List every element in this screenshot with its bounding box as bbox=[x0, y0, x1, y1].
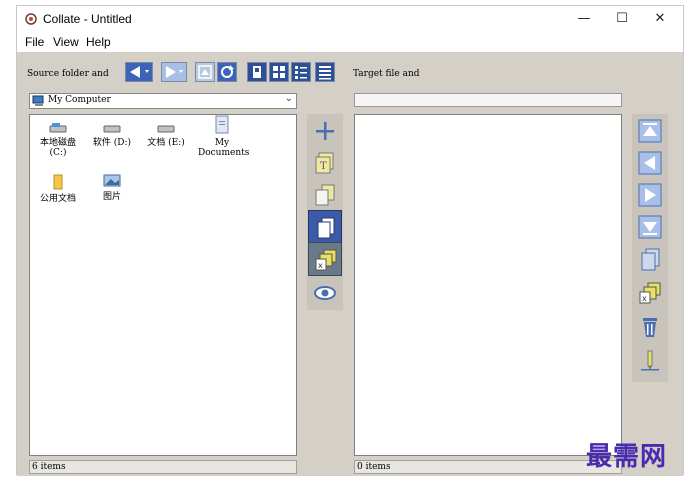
folder-icon bbox=[53, 174, 63, 190]
move-top-icon bbox=[638, 119, 662, 143]
view-small-icons-button[interactable] bbox=[269, 62, 289, 82]
watermark-text: 最需网 bbox=[586, 442, 668, 472]
menu-bar: File View Help bbox=[17, 32, 683, 52]
list-item[interactable]: 文档 (E:) bbox=[142, 121, 190, 148]
details-view-icon bbox=[319, 66, 331, 80]
minimize-button[interactable]: — bbox=[565, 6, 603, 32]
target-select-all-button[interactable] bbox=[633, 242, 667, 276]
forward-button[interactable] bbox=[161, 62, 187, 82]
menu-view[interactable]: View bbox=[53, 35, 79, 49]
view-details-button[interactable] bbox=[315, 62, 335, 82]
list-item[interactable]: 图片 bbox=[88, 173, 136, 202]
up-level-icon bbox=[198, 65, 212, 79]
delete-pages-icon: x bbox=[315, 249, 337, 271]
add-button[interactable] bbox=[308, 114, 342, 148]
source-location-combo[interactable]: My Computer ⌄ bbox=[29, 93, 297, 109]
svg-text:T: T bbox=[320, 161, 327, 172]
list-item[interactable]: My Documents bbox=[198, 115, 249, 158]
menu-file[interactable]: File bbox=[25, 35, 44, 49]
maximize-button[interactable]: ☐ bbox=[603, 6, 641, 32]
my-computer-icon bbox=[32, 95, 44, 106]
list-view-icon bbox=[295, 66, 307, 79]
svg-text:x: x bbox=[318, 261, 323, 270]
app-window: Collate - Untitled — ☐ ✕ File View Help … bbox=[16, 5, 684, 476]
preview-button[interactable] bbox=[308, 276, 342, 310]
move-bottom-button[interactable] bbox=[633, 210, 667, 244]
source-location-text: My Computer bbox=[48, 95, 111, 105]
source-pane[interactable]: 本地磁盘 (C:) 软件 (D:) 文档 (E:) My Documents 公… bbox=[29, 114, 297, 456]
text-page-icon: T bbox=[315, 152, 334, 174]
move-up-button[interactable] bbox=[633, 146, 667, 180]
pictures-icon bbox=[103, 174, 121, 187]
list-item[interactable]: 公用文档 bbox=[34, 173, 82, 204]
trash-icon bbox=[643, 318, 657, 337]
target-file-label: Target file and bbox=[353, 69, 420, 79]
target-path-field[interactable] bbox=[354, 93, 622, 107]
up-folder-button[interactable] bbox=[195, 62, 215, 82]
target-status-bar: 0 items bbox=[354, 460, 622, 474]
move-top-button[interactable] bbox=[633, 114, 667, 148]
remove-button[interactable]: x bbox=[308, 242, 342, 276]
pages-copy-icon bbox=[315, 184, 335, 206]
close-button[interactable]: ✕ bbox=[641, 6, 679, 32]
view-large-icons-button[interactable] bbox=[247, 62, 267, 82]
chevron-down-icon[interactable]: ⌄ bbox=[285, 93, 293, 104]
plus-icon bbox=[316, 122, 334, 140]
target-pane[interactable] bbox=[354, 114, 622, 456]
window-title: Collate - Untitled bbox=[43, 12, 132, 26]
menu-help[interactable]: Help bbox=[86, 35, 111, 49]
edit-button[interactable] bbox=[633, 344, 667, 378]
pages-stack-icon bbox=[317, 217, 335, 239]
move-down-icon bbox=[638, 183, 662, 207]
refresh-button[interactable] bbox=[217, 62, 237, 82]
large-icons-icon bbox=[253, 66, 261, 78]
svg-text:x: x bbox=[642, 294, 647, 303]
move-up-icon bbox=[638, 151, 662, 175]
select-all-button[interactable] bbox=[308, 210, 342, 244]
transfer-toolbar: T x bbox=[307, 114, 343, 310]
title-bar: Collate - Untitled — ☐ ✕ bbox=[17, 6, 683, 32]
move-down-button[interactable] bbox=[633, 178, 667, 212]
copy-pages-button[interactable] bbox=[308, 178, 342, 212]
view-list-button[interactable] bbox=[291, 62, 311, 82]
app-icon bbox=[25, 13, 37, 25]
small-icons-icon bbox=[273, 66, 285, 78]
target-remove-button[interactable]: x bbox=[633, 276, 667, 310]
forward-arrow-icon bbox=[166, 66, 183, 78]
refresh-icon bbox=[221, 65, 234, 78]
delete-pages-icon: x bbox=[639, 282, 661, 304]
move-bottom-icon bbox=[638, 215, 662, 239]
source-folder-label: Source folder and bbox=[27, 69, 109, 79]
add-text-button[interactable]: T bbox=[308, 146, 342, 180]
toolbar: Source folder and Target file and bbox=[17, 52, 683, 90]
pages-stack-icon bbox=[641, 248, 660, 271]
drive-icon bbox=[157, 125, 175, 133]
trash-button[interactable] bbox=[633, 310, 667, 344]
source-status-bar: 6 items bbox=[29, 460, 297, 474]
back-arrow-icon bbox=[130, 66, 149, 78]
target-toolbar: x bbox=[632, 114, 668, 382]
main-area: My Computer ⌄ 本地磁盘 (C:) 软件 (D:) 文档 (E:) … bbox=[17, 90, 683, 476]
back-button[interactable] bbox=[125, 62, 153, 82]
list-item[interactable]: 本地磁盘 (C:) bbox=[34, 121, 82, 158]
documents-icon bbox=[215, 115, 229, 134]
eye-icon bbox=[314, 286, 336, 300]
drive-icon bbox=[49, 123, 67, 133]
list-item[interactable]: 软件 (D:) bbox=[88, 121, 136, 148]
pencil-icon bbox=[641, 350, 659, 371]
drive-icon bbox=[103, 125, 121, 133]
